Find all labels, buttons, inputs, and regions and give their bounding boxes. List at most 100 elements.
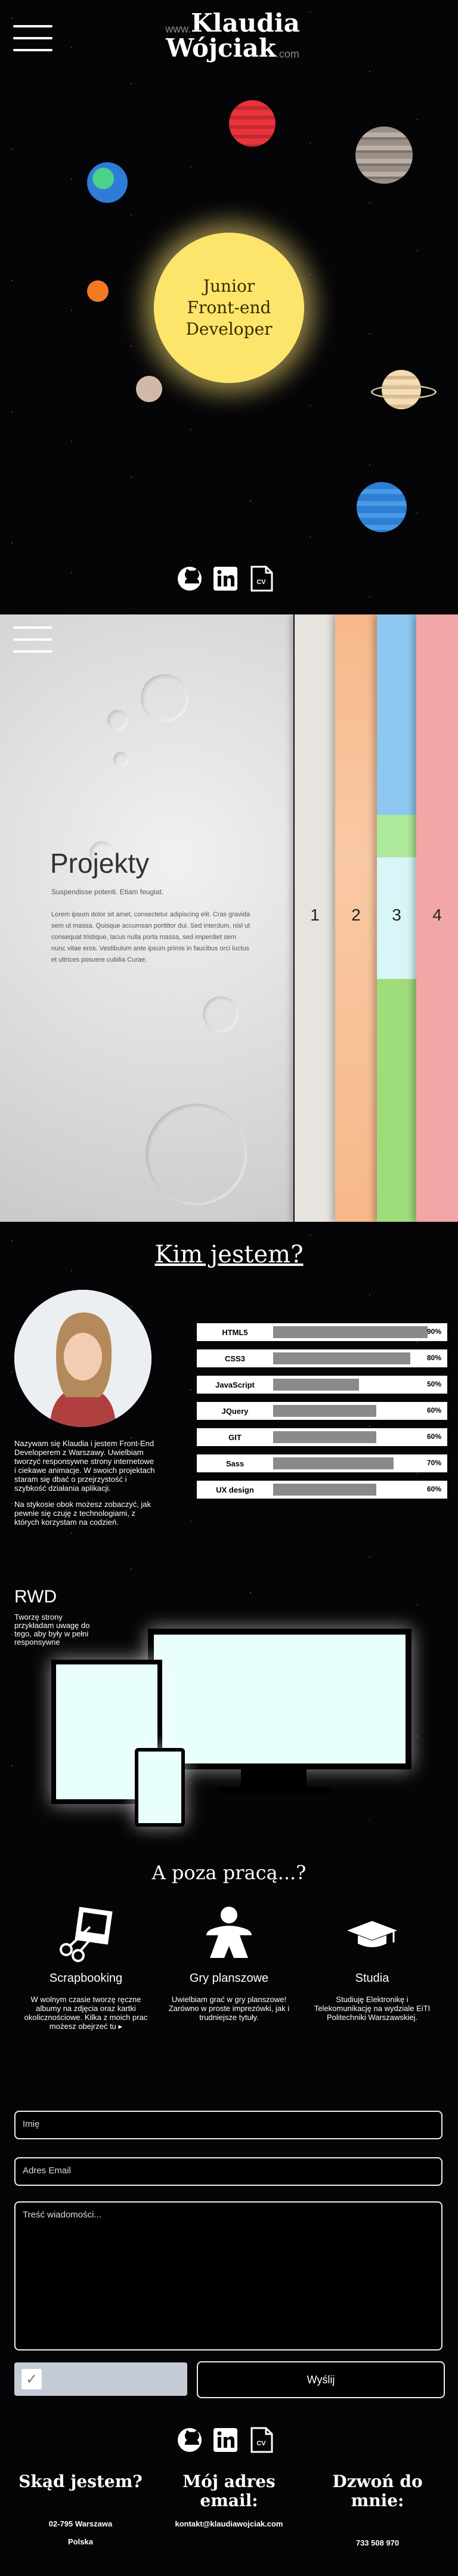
hobby-title: Gry planszowe (189, 1972, 269, 1985)
skill-bar: JQuery 60% (197, 1402, 447, 1420)
skill-percent: 70% (426, 1459, 441, 1467)
site-logo[interactable]: www.Klaudia Wójciak.com (152, 11, 313, 61)
projects-title: Projekty (50, 848, 150, 879)
skill-fill (273, 1457, 394, 1469)
footer-location-line2: Polska (68, 2537, 93, 2546)
skill-track: 60% (273, 1431, 445, 1443)
planet-blue (357, 482, 407, 532)
github-icon[interactable] (177, 566, 203, 592)
hamburger-icon[interactable] (13, 25, 52, 52)
skill-bar: CSS3 80% (197, 1349, 447, 1367)
hobby-desc: Uwielbiam grać w gry planszowe! Zarówno … (168, 1995, 290, 2022)
skill-name: GIT (228, 1432, 242, 1442)
skill-name: CSS3 (225, 1354, 245, 1363)
github-icon[interactable] (177, 2427, 203, 2453)
hobby-title: Studia (355, 1972, 389, 1985)
check-icon[interactable]: ✓ (21, 2369, 42, 2389)
footer-location: Skąd jestem? 02-795 Warszawa Polska (12, 2472, 149, 2551)
footer-phone-heading: Dzwoń do mnie: (332, 2472, 423, 2510)
footer-phone-value[interactable]: 733 508 970 (309, 2534, 446, 2552)
hobby-desc: Studiuję Elektronikę i Telekomunikację n… (314, 1995, 431, 2022)
planet-moon (136, 376, 162, 402)
cv-icon-label: CV (256, 2440, 266, 2447)
skill-percent: 60% (426, 1485, 441, 1493)
hobby-title: Scrapbooking (49, 1972, 123, 1985)
project-card-2[interactable]: 2 (335, 614, 377, 1222)
sun-text: Junior Front-end Developer (185, 276, 273, 339)
projects-subtitle: Suspendisse potenti. Etiam feugiat. (51, 888, 164, 896)
linkedin-icon[interactable] (212, 566, 239, 592)
skill-bar: JavaScript 50% (197, 1376, 447, 1394)
skill-name: UX design (216, 1485, 254, 1494)
monitor-stand (241, 1769, 307, 1790)
linkedin-icon[interactable] (212, 2427, 239, 2453)
planet-gray (355, 126, 413, 184)
skill-fill (273, 1326, 428, 1338)
message-field[interactable]: Treść wiadomości... (14, 2201, 442, 2350)
project-card-1[interactable]: 1 (295, 614, 335, 1222)
projects-text: Lorem ipsum dolor sit amet, consectetur … (51, 911, 250, 963)
about-paragraph-2: Na stykosie obok możesz zobaczyć, jak pe… (14, 1500, 151, 1527)
skill-track: 50% (273, 1379, 445, 1391)
graduation-cap-icon (347, 1921, 397, 1947)
footer-email-heading: Mój adres email: (182, 2472, 276, 2510)
project-card-number: 4 (432, 906, 442, 924)
avatar (14, 1290, 151, 1427)
send-button[interactable]: Wyślij (197, 2361, 445, 2398)
skill-percent: 60% (426, 1432, 441, 1441)
skill-track: 70% (273, 1457, 445, 1469)
rwd-title: RWD (14, 1587, 57, 1607)
skill-name: JQuery (221, 1406, 249, 1416)
skill-fill (273, 1379, 359, 1391)
cv-icon[interactable]: CV (248, 2427, 274, 2453)
hobby-desc[interactable]: W wolnym czasie tworzę ręczne albumy na … (20, 1995, 151, 2031)
skill-track: 80% (273, 1352, 445, 1364)
hobby-board-games: Gry planszowe Uwielbiam grać w gry plans… (163, 1903, 295, 2022)
skill-track: 90% (273, 1326, 445, 1338)
sun: Junior Front-end Developer (154, 233, 304, 383)
email-field[interactable]: Adres Email (14, 2157, 442, 2186)
footer-location-heading: Skąd jestem? (18, 2472, 143, 2491)
skill-fill (273, 1484, 376, 1496)
project-card-4[interactable]: 4 (416, 614, 458, 1222)
skill-percent: 90% (426, 1327, 441, 1336)
skill-track: 60% (273, 1484, 445, 1496)
skill-fill (273, 1431, 376, 1443)
hobby-scrapbooking: Scrapbooking W wolnym czasie tworzę ręcz… (20, 1903, 151, 2031)
project-card-number: 1 (310, 906, 320, 924)
skill-percent: 60% (426, 1406, 441, 1414)
planet-earth (87, 162, 128, 203)
project-card-number: 3 (392, 906, 401, 924)
monitor-screen (148, 1629, 411, 1769)
project-card-number: 2 (351, 906, 361, 924)
footer-email-value[interactable]: kontakt@klaudiawojciak.com (160, 2515, 298, 2533)
skill-bar: GIT 60% (197, 1428, 447, 1446)
skill-track: 60% (273, 1405, 445, 1417)
logo-suffix: .com (276, 48, 299, 60)
meeple-icon (206, 1907, 252, 1958)
planet-red (229, 100, 276, 147)
saturn-ring (371, 385, 437, 399)
skills-list: HTML5 90% CSS3 80% JavaScript 50% JQuery 60% GIT… (197, 1323, 447, 1507)
about-paragraph-1: Nazywam się Klaudia i jestem Front-End D… (14, 1439, 155, 1493)
about-heading: Kim jestem? (154, 1241, 304, 1268)
skill-name: Sass (225, 1459, 245, 1468)
rwd-text: Tworzę strony przykładam uwagę do tego, … (14, 1613, 90, 1647)
footer-location-line1: 02-795 Warszawa (48, 2519, 113, 2528)
skill-fill (273, 1405, 376, 1417)
cv-icon[interactable]: CV (248, 566, 274, 592)
skill-bar: Sass 70% (197, 1454, 447, 1472)
skill-percent: 80% (426, 1354, 441, 1362)
captcha-widget[interactable]: ✓ (14, 2362, 187, 2396)
phone-screen (135, 1748, 185, 1827)
name-field[interactable]: Imię (14, 2111, 442, 2139)
footer-email: Mój adres email: kontakt@klaudiawojciak.… (160, 2472, 298, 2533)
skill-name: HTML5 (222, 1327, 248, 1337)
moon-panel: Projekty Suspendisse potenti. Etiam feug… (0, 614, 293, 1222)
hamburger-icon-2[interactable] (13, 626, 52, 654)
scrapbook-icon (60, 1907, 113, 1962)
project-card-3[interactable]: 3 (377, 614, 416, 1222)
skill-name: JavaScript (215, 1380, 255, 1389)
footer-phone: Dzwoń do mnie: 733 508 970 (309, 2472, 446, 2552)
skill-bar: HTML5 90% (197, 1323, 447, 1341)
